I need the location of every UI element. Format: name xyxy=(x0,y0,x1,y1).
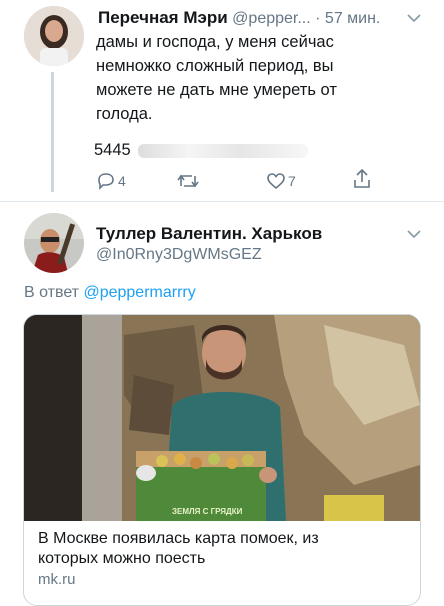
tweet-text-line: голода. xyxy=(96,105,153,123)
author-name[interactable]: Перечная Мэри xyxy=(98,8,228,27)
avatar-perechnaya-mary[interactable] xyxy=(24,6,84,66)
author-handle[interactable]: @pepper... xyxy=(232,10,311,27)
tweet-text: дамы и господа, у меня сейчас немножко с… xyxy=(96,30,426,126)
share-icon[interactable] xyxy=(352,168,372,190)
reply-author-name[interactable]: Туллер Валентин. Харьков xyxy=(96,224,322,244)
tweet-text-line: дамы и господа, у меня сейчас xyxy=(96,33,334,51)
chevron-down-icon[interactable] xyxy=(406,228,422,240)
box-label: ЗЕМЛЯ С ГРЯДКИ xyxy=(172,507,243,516)
tweet-time[interactable]: · 57 мин. xyxy=(315,10,380,27)
retweet-icon[interactable] xyxy=(176,172,200,190)
thread-line xyxy=(51,72,54,192)
link-card[interactable]: ЗЕМЛЯ С ГРЯДКИ В Москве появилась карта … xyxy=(23,314,421,606)
reply-author-handle[interactable]: @In0Rny3DgWMsGEZ xyxy=(96,246,262,264)
tweet-text-line: немножко сложный период, вы xyxy=(96,57,334,75)
reply-to-link[interactable]: @peppermarrry xyxy=(83,284,195,301)
like-icon[interactable] xyxy=(266,172,286,190)
chevron-down-icon[interactable] xyxy=(406,12,422,24)
like-count[interactable]: 7 xyxy=(288,173,296,189)
reply-count[interactable]: 4 xyxy=(118,173,126,189)
card-domain: mk.ru xyxy=(38,571,76,588)
card-title-line: В Москве появилась карта помоек, из xyxy=(38,530,319,547)
card-text[interactable]: В Москве появилась карта помоек, из кото… xyxy=(38,529,408,588)
tweet-text-line: можете не дать мне умереть от xyxy=(96,81,337,99)
card-number-visible: 5445 xyxy=(94,141,131,159)
card-image[interactable]: ЗЕМЛЯ С ГРЯДКИ xyxy=(24,315,420,521)
avatar-tuller[interactable] xyxy=(24,213,84,273)
tweet-divider xyxy=(0,201,444,202)
card-number: 5445 xyxy=(94,138,308,164)
card-title-line: которых можно поесть xyxy=(38,550,206,567)
reply-prefix: В ответ xyxy=(24,284,80,301)
censor-blur xyxy=(138,144,308,158)
reply-icon[interactable] xyxy=(96,172,116,190)
